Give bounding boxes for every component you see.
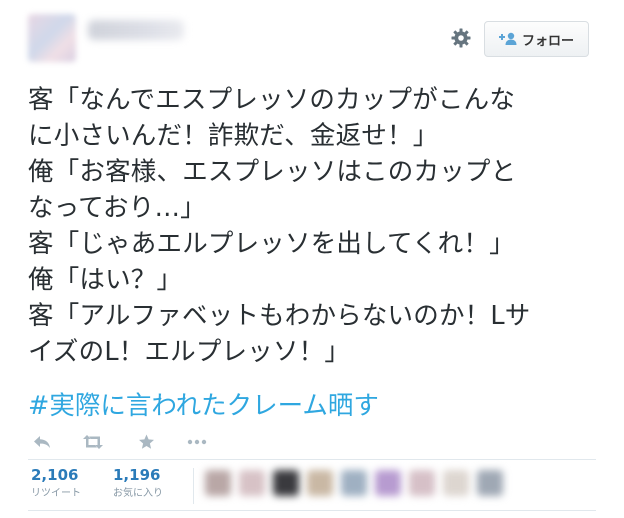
tweet-line: 俺「はい？」 — [28, 265, 183, 295]
user-avatar[interactable] — [28, 14, 76, 62]
tweet-line: 俺「お客様、エスプレッソはこのカップと — [28, 157, 517, 187]
retweet-button[interactable] — [81, 431, 105, 453]
favorite-icon — [138, 434, 154, 449]
reply-button[interactable] — [30, 431, 54, 453]
retweet-label: リツイート — [31, 488, 81, 499]
reply-icon — [34, 436, 50, 448]
avatar[interactable] — [375, 470, 401, 496]
avatar[interactable] — [341, 470, 367, 496]
tweet-line: 客「アルファベットもわからないのか！Lサ — [28, 301, 531, 331]
avatar[interactable] — [443, 470, 469, 496]
avatar[interactable] — [307, 470, 333, 496]
avatar[interactable] — [239, 470, 265, 496]
tweet-line: 客「じゃあエルプレッソを出してくれ！」 — [28, 229, 515, 259]
favorite-label: お気に入り — [113, 488, 163, 499]
follow-button[interactable]: フォロー — [484, 21, 589, 57]
favorite-button[interactable] — [134, 431, 158, 453]
retweet-count: 2,106 — [31, 466, 79, 484]
follow-label: フォロー — [521, 33, 574, 49]
divider — [28, 459, 596, 460]
avatar[interactable] — [273, 470, 299, 496]
more-icon — [187, 439, 207, 445]
tweet-line: なっており…」 — [28, 193, 206, 223]
favorite-stat[interactable]: 1,196 お気に入り — [113, 466, 163, 501]
more-button[interactable] — [185, 431, 209, 453]
tweet-line: 客「なんでエスプレッソのカップがこんな — [28, 85, 516, 115]
person-plus-icon — [498, 32, 517, 46]
retweet-stat[interactable]: 2,106 リツイート — [31, 466, 81, 501]
hashtag-link[interactable]: #実際に言われたクレーム晒す — [28, 388, 379, 424]
avatar[interactable] — [205, 470, 231, 496]
user-name-blurred[interactable] — [88, 20, 184, 40]
stats-separator — [193, 468, 194, 504]
avatar[interactable] — [409, 470, 435, 496]
divider — [28, 510, 596, 511]
avatar[interactable] — [477, 470, 503, 496]
tweet-line: イズのL！エルプレッソ！」 — [28, 337, 351, 367]
retweet-icon — [83, 435, 103, 449]
favorite-count: 1,196 — [113, 466, 161, 484]
gear-icon — [451, 28, 471, 48]
settings-button[interactable] — [449, 26, 473, 50]
tweet-line: に小さいんだ！詐欺だ、金返せ！」 — [28, 121, 439, 151]
tweet-text: 客「なんでエスプレッソのカップがこんな に小さいんだ！詐欺だ、金返せ！」俺「お客様… — [28, 82, 598, 370]
